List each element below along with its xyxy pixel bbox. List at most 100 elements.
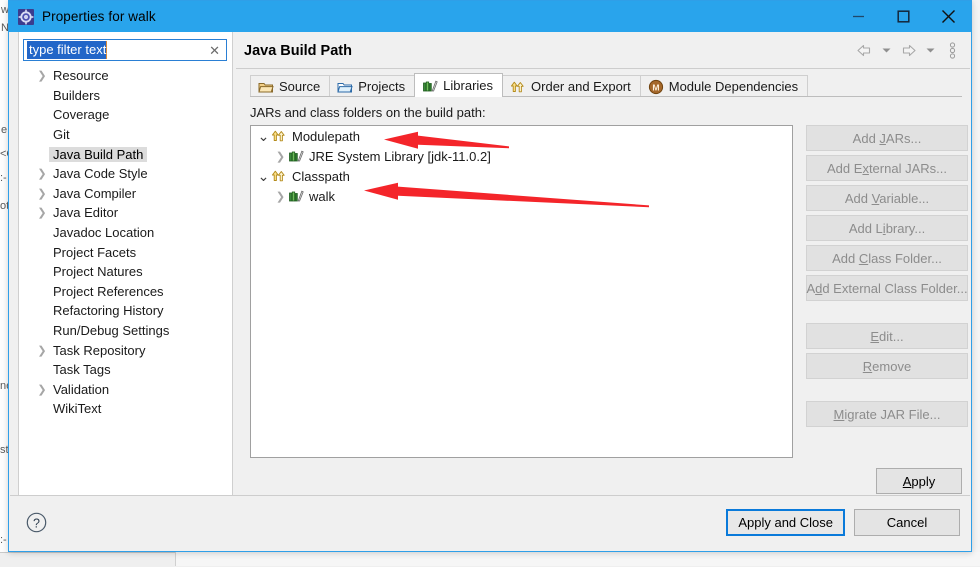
tab-libraries[interactable]: Libraries — [414, 73, 503, 97]
tab-label: Source — [279, 79, 320, 94]
apply-button-label: Apply — [903, 474, 936, 489]
chevron-right-icon[interactable]: ❯ — [273, 150, 288, 163]
sidebar-item-label: WikiText — [49, 401, 105, 416]
build-path-item-label: Classpath — [292, 169, 350, 184]
settings-tree: ❯ResourceBuildersCoverageGitJava Build P… — [19, 66, 232, 497]
edit-button: Edit... — [806, 323, 968, 349]
search-input[interactable]: type filter text ✕ — [23, 39, 227, 61]
sidebar-item-label: Java Compiler — [49, 186, 140, 201]
dialog-title: Properties for walk — [42, 9, 156, 24]
sidebar-item-java-build-path[interactable]: Java Build Path — [19, 144, 232, 164]
add-jars-button: Add JARs... — [806, 125, 968, 151]
tab-module-dependencies[interactable]: M Module Dependencies — [640, 75, 808, 97]
mnemonic: i — [883, 221, 886, 236]
sidebar-item-refactoring-history[interactable]: Refactoring History — [19, 301, 232, 321]
sidebar-item-java-compiler[interactable]: ❯Java Compiler — [19, 184, 232, 204]
sidebar-item-builders[interactable]: Builders — [19, 86, 232, 106]
sidebar-item-coverage[interactable]: Coverage — [19, 105, 232, 125]
tab-order-and-export[interactable]: Order and Export — [502, 75, 641, 97]
apply-button[interactable]: Apply — [876, 468, 962, 494]
tab-label: Order and Export — [531, 79, 631, 94]
sidebar-item-validation[interactable]: ❯Validation — [19, 380, 232, 400]
sidebar-item-java-editor[interactable]: ❯Java Editor — [19, 203, 232, 223]
button-label: Add External Class Folder... — [806, 281, 967, 296]
button-label: Add Class Folder... — [832, 251, 942, 266]
add-class-folder-button: Add Class Folder... — [806, 245, 968, 271]
build-path-item-label: Modulepath — [292, 129, 360, 144]
button-label: Remove — [863, 359, 911, 374]
sidebar-item-project-references[interactable]: Project References — [19, 282, 232, 302]
maximize-icon[interactable] — [881, 1, 926, 32]
background-hint-2: e — [1, 124, 7, 136]
background-hint-4: :- — [0, 172, 7, 184]
view-menu-icon[interactable] — [942, 40, 962, 60]
chevron-right-icon[interactable]: ❯ — [35, 187, 49, 200]
chevron-right-icon[interactable]: ❯ — [35, 383, 49, 396]
chevron-right-icon[interactable]: ❯ — [35, 344, 49, 357]
help-icon[interactable]: ? — [26, 512, 47, 533]
mnemonic: A — [903, 474, 912, 489]
sidebar-item-task-tags[interactable]: Task Tags — [19, 360, 232, 380]
forward-dropdown-chevron-down-icon[interactable] — [920, 40, 940, 60]
sidebar-item-label: Resource — [49, 68, 113, 83]
clear-icon[interactable]: ✕ — [209, 44, 220, 57]
button-label: Cancel — [887, 515, 927, 530]
minimize-icon[interactable] — [836, 1, 881, 32]
chevron-down-icon[interactable]: ⌄ — [256, 133, 271, 139]
close-icon[interactable] — [926, 1, 971, 32]
apply-row: Apply — [236, 462, 970, 498]
svg-text:?: ? — [33, 516, 40, 530]
back-arrow-icon[interactable] — [854, 40, 874, 60]
sidebar-item-javadoc-location[interactable]: Javadoc Location — [19, 223, 232, 243]
add-external-class-folder-button: Add External Class Folder... — [806, 275, 968, 301]
back-dropdown-chevron-down-icon[interactable] — [876, 40, 896, 60]
sidebar-item-run-debug-settings[interactable]: Run/Debug Settings — [19, 321, 232, 341]
build-path-tabs: Source ProjectsLibraries Order and Export M… — [250, 73, 962, 97]
forward-arrow-icon[interactable] — [898, 40, 918, 60]
chevron-right-icon[interactable]: ❯ — [35, 206, 49, 219]
build-path-item-label: JRE System Library [jdk-11.0.2] — [309, 149, 491, 164]
build-path-item[interactable]: ❯ JRE System Library [jdk-11.0.2] — [251, 146, 792, 166]
filter-input-value[interactable]: type filter text — [27, 41, 107, 59]
sidebar-item-resource[interactable]: ❯Resource — [19, 66, 232, 86]
mnemonic: M — [834, 407, 845, 422]
add-external-jars-button: Add External JARs... — [806, 155, 968, 181]
sidebar-item-label: Task Repository — [49, 343, 149, 358]
build-path-item[interactable]: ⌄ Classpath — [251, 166, 792, 186]
sidebar-item-project-natures[interactable]: Project Natures — [19, 262, 232, 282]
chevron-right-icon[interactable]: ❯ — [35, 167, 49, 180]
chevron-right-icon[interactable]: ❯ — [35, 69, 49, 82]
mnemonic: x — [862, 161, 869, 176]
sidebar-item-task-repository[interactable]: ❯Task Repository — [19, 340, 232, 360]
sidebar-item-java-code-style[interactable]: ❯Java Code Style — [19, 164, 232, 184]
tab-label: Module Dependencies — [669, 79, 798, 94]
build-path-item-label: walk — [309, 189, 335, 204]
svg-text:M: M — [652, 82, 659, 92]
sidebar-item-project-facets[interactable]: Project Facets — [19, 242, 232, 262]
sidebar-item-wikitext[interactable]: WikiText — [19, 399, 232, 419]
dialog-footer: ? Apply and Close Cancel — [10, 495, 970, 550]
button-label: Add Variable... — [845, 191, 929, 206]
sidebar-item-label: Javadoc Location — [49, 225, 158, 240]
list-label: JARs and class folders on the build path… — [250, 105, 486, 120]
tab-projects[interactable]: Projects — [329, 75, 415, 97]
order-export-icon — [510, 79, 526, 95]
chevron-down-icon[interactable]: ⌄ — [256, 173, 271, 179]
sidebar-item-git[interactable]: Git — [19, 125, 232, 145]
apply-and-close-button[interactable]: Apply and Close — [726, 509, 845, 536]
migrate-jar-file-button: Migrate JAR File... — [806, 401, 968, 427]
cancel-button[interactable]: Cancel — [854, 509, 960, 536]
java-build-path-page: Java Build Path — [236, 32, 970, 496]
button-label: Migrate JAR File... — [834, 407, 941, 422]
sidebar-item-label: Validation — [49, 382, 113, 397]
source-folder-icon — [258, 79, 274, 95]
chevron-right-icon[interactable]: ❯ — [273, 190, 288, 203]
tab-source[interactable]: Source — [250, 75, 330, 97]
button-label: Apply and Close — [738, 515, 833, 530]
mnemonic: R — [863, 359, 872, 374]
page-navigation-toolbar — [854, 40, 962, 60]
build-path-item[interactable]: ❯ walk — [251, 186, 792, 206]
build-path-list[interactable]: ⌄ Modulepath ❯ JRE System Library [jdk-11.0… — [250, 125, 793, 458]
button-label: Edit... — [870, 329, 903, 344]
build-path-item[interactable]: ⌄ Modulepath — [251, 126, 792, 146]
